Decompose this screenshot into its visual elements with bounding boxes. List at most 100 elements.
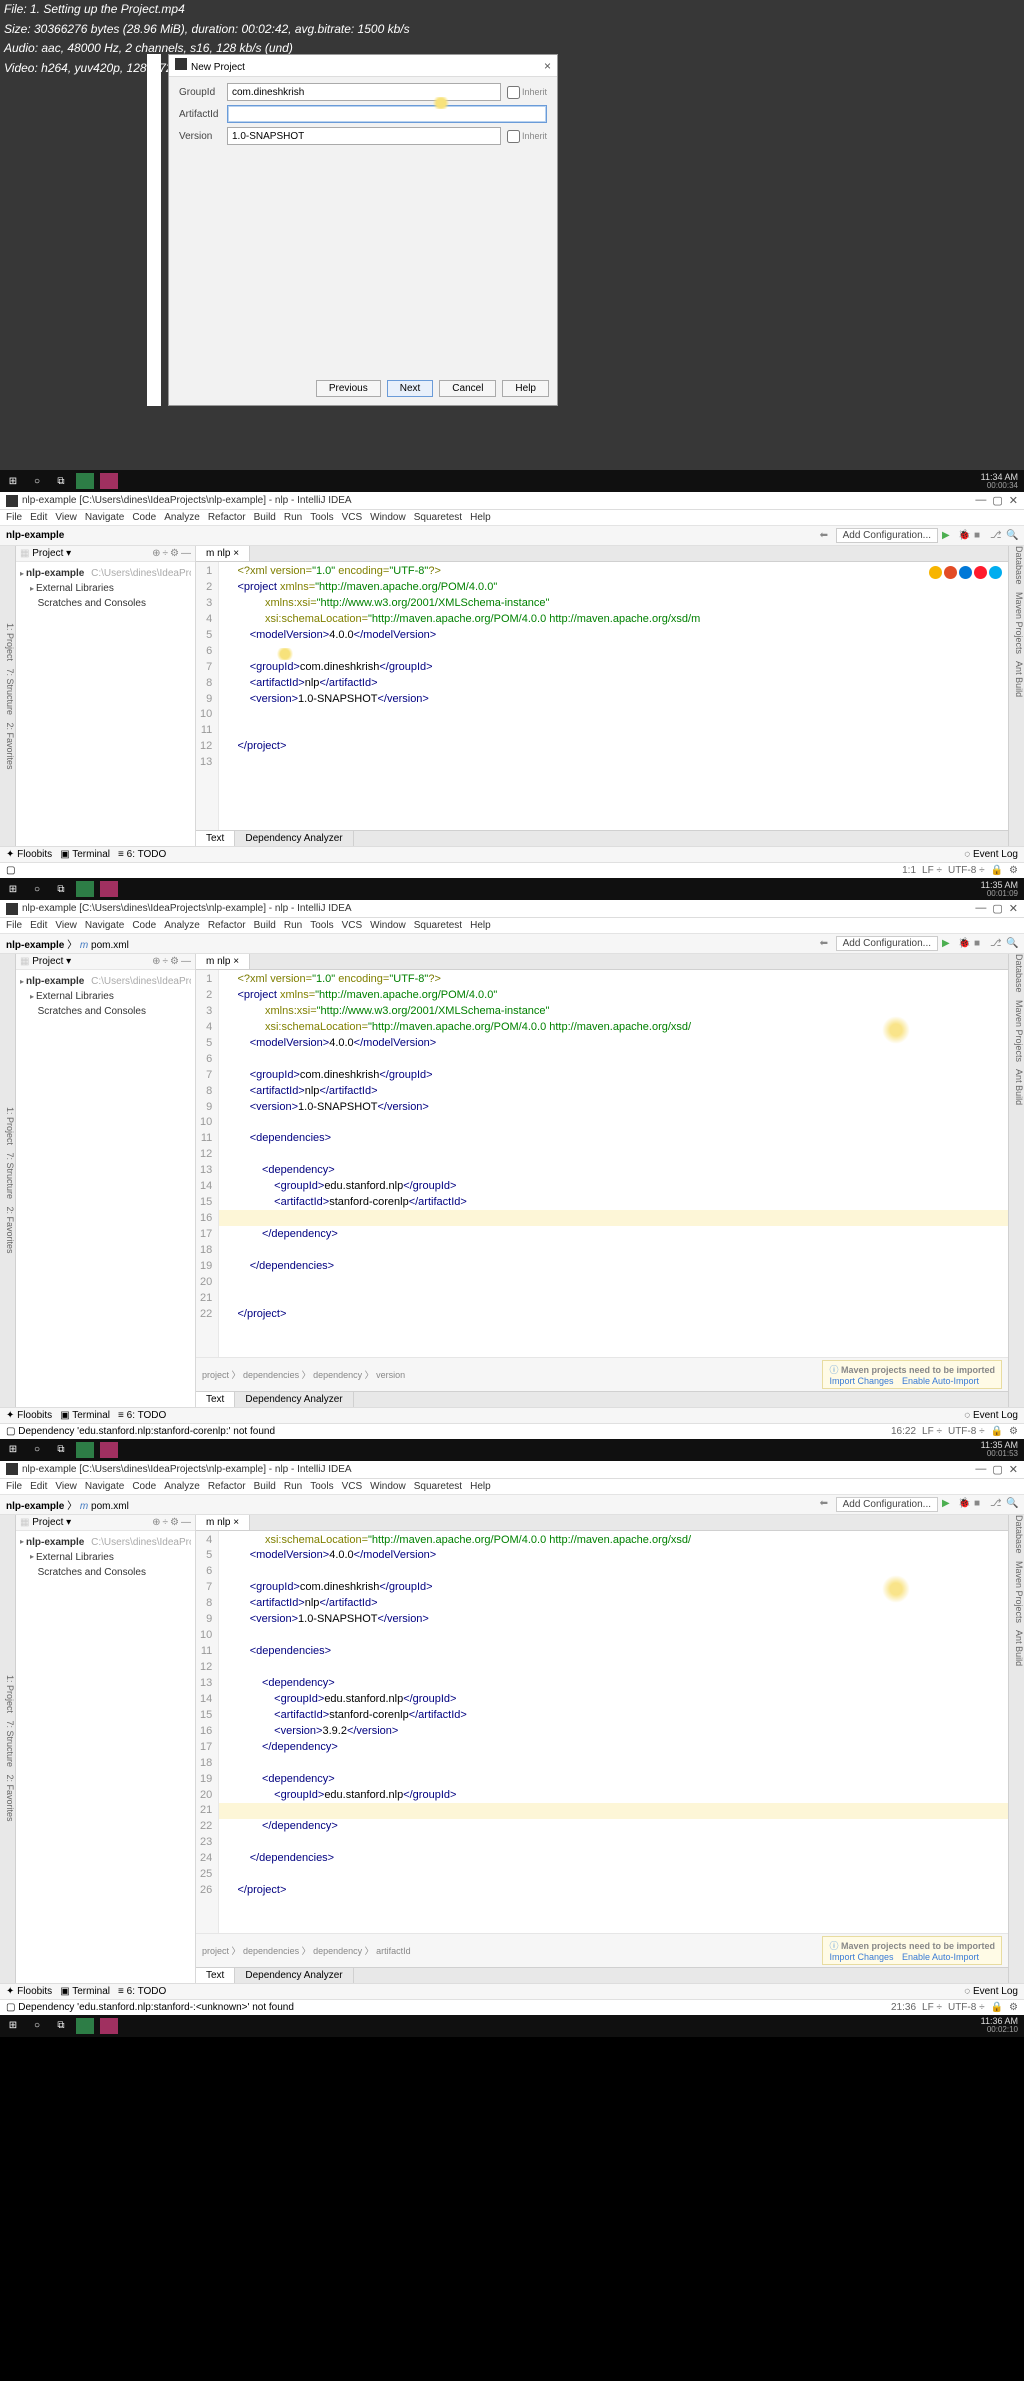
import-changes-link[interactable]: Import Changes — [829, 1952, 893, 1962]
minimize-icon[interactable]: — — [975, 494, 986, 507]
menu-navigate[interactable]: Navigate — [85, 920, 124, 931]
menu-run[interactable]: Run — [284, 512, 302, 523]
editor-tab-nlp[interactable]: m nlp × — [196, 954, 250, 969]
import-changes-link[interactable]: Import Changes — [829, 1376, 893, 1386]
git-icon[interactable]: ⎇ — [990, 1498, 1002, 1510]
taskview-icon[interactable]: ⧉ — [52, 1442, 70, 1458]
menu-run[interactable]: Run — [284, 920, 302, 931]
tree-external-libs[interactable]: External Libraries — [36, 1550, 114, 1565]
run-icon[interactable]: ▶ — [942, 530, 954, 542]
groupid-input[interactable] — [227, 83, 501, 101]
lock-icon[interactable]: 🔒 — [991, 2002, 1003, 2013]
project-tool-window[interactable]: ▦ Project ▾⊕÷⚙— ▸ nlp-example C:\Users\d… — [16, 1515, 196, 1983]
taskview-icon[interactable]: ⧉ — [52, 881, 70, 897]
git-icon[interactable]: ⎇ — [990, 530, 1002, 542]
editor-tab-nlp[interactable]: m nlp × — [196, 1515, 250, 1530]
menu-file[interactable]: File — [6, 512, 22, 523]
maximize-icon[interactable]: ▢ — [992, 494, 1002, 507]
stop-icon[interactable]: ■ — [974, 938, 986, 950]
tree-scratches[interactable]: Scratches and Consoles — [38, 1565, 146, 1580]
maximize-icon[interactable]: ▢ — [992, 902, 1002, 915]
event-log-tool[interactable]: ◌ Event Log — [964, 1986, 1018, 1997]
main-menu[interactable]: File Edit View Navigate Code Analyze Ref… — [0, 510, 1024, 526]
add-configuration-button[interactable]: Add Configuration... — [836, 936, 938, 951]
left-tool-stripe[interactable]: 1: Project 7: Structure 2: Favorites — [0, 954, 16, 1407]
main-menu[interactable]: FileEditViewNavigateCodeAnalyzeRefactorB… — [0, 918, 1024, 934]
gear-icon[interactable]: ⚙ — [170, 1517, 179, 1528]
menu-build[interactable]: Build — [254, 512, 276, 523]
menu-navigate[interactable]: Navigate — [85, 512, 124, 523]
xml-breadcrumb[interactable]: project 〉 dependencies 〉 dependency 〉 ar… — [202, 1944, 411, 1957]
lock-icon[interactable]: 🔒 — [991, 865, 1003, 876]
terminal-tool[interactable]: ▣ Terminal — [60, 1410, 110, 1421]
editor-sub-tab-dependency[interactable]: Dependency Analyzer — [235, 1968, 353, 1983]
tree-root[interactable]: nlp-example — [26, 566, 84, 581]
ie-icon[interactable] — [989, 566, 1002, 579]
minimize-icon[interactable]: — — [975, 902, 986, 915]
explorer-icon[interactable] — [76, 473, 94, 489]
tree-scratches[interactable]: Scratches and Consoles — [38, 1004, 146, 1019]
gear-icon[interactable]: ⚙ — [170, 956, 179, 967]
run-icon[interactable]: ▶ — [942, 938, 954, 950]
run-icon[interactable]: ▶ — [942, 1498, 954, 1510]
cancel-button[interactable]: Cancel — [439, 380, 496, 397]
right-tool-stripe[interactable]: Database Maven Projects Ant Build — [1008, 954, 1024, 1407]
search-icon[interactable]: 🔍 — [1006, 1498, 1018, 1510]
back-icon[interactable]: ⬅ — [820, 938, 832, 950]
edge-icon[interactable] — [959, 566, 972, 579]
breadcrumb-root[interactable]: nlp-example — [6, 530, 64, 541]
explorer-icon[interactable] — [76, 881, 94, 897]
editor-sub-tab-text[interactable]: Text — [196, 1392, 235, 1407]
cortana-icon[interactable]: ○ — [28, 881, 46, 897]
windows-taskbar-2[interactable]: ⊞ ○ ⧉ 11:35 AM00:01:09 — [0, 878, 1024, 900]
breadcrumb-root[interactable]: nlp-example — [6, 1501, 64, 1512]
menu-squaretest[interactable]: Squaretest — [414, 1481, 462, 1492]
menu-refactor[interactable]: Refactor — [208, 512, 246, 523]
git-icon[interactable]: ⎇ — [990, 938, 1002, 950]
menu-file[interactable]: File — [6, 1481, 22, 1492]
menu-refactor[interactable]: Refactor — [208, 1481, 246, 1492]
explorer-icon[interactable] — [76, 2018, 94, 2034]
version-inherit-checkbox[interactable] — [507, 130, 520, 143]
menu-code[interactable]: Code — [132, 1481, 156, 1492]
editor[interactable]: m nlp × 12345678910111213 <?xml version=… — [196, 546, 1008, 846]
start-icon[interactable]: ⊞ — [4, 1442, 22, 1458]
back-icon[interactable]: ⬅ — [820, 530, 832, 542]
todo-tool[interactable]: ≡ 6: TODO — [118, 1410, 166, 1421]
terminal-tool[interactable]: ▣ Terminal — [60, 1986, 110, 1997]
hide-icon[interactable]: — — [181, 1517, 191, 1528]
menu-window[interactable]: Window — [370, 512, 406, 523]
editor-sub-tab-dependency[interactable]: Dependency Analyzer — [235, 831, 353, 846]
hide-icon[interactable]: — — [181, 956, 191, 967]
tree-external-libs[interactable]: External Libraries — [36, 581, 114, 596]
menu-edit[interactable]: Edit — [30, 920, 47, 931]
windows-taskbar-4[interactable]: ⊞○⧉ 11:36 AM00:02:10 — [0, 2015, 1024, 2037]
hide-icon[interactable]: — — [181, 548, 191, 559]
gear-icon[interactable]: ⚙ — [170, 548, 179, 559]
menu-analyze[interactable]: Analyze — [164, 1481, 200, 1492]
explorer-icon[interactable] — [76, 1442, 94, 1458]
taskview-icon[interactable]: ⧉ — [52, 473, 70, 489]
firefox-icon[interactable] — [944, 566, 957, 579]
menu-vcs[interactable]: VCS — [342, 1481, 363, 1492]
menu-edit[interactable]: Edit — [30, 512, 47, 523]
code-area[interactable]: xsi:schemaLocation="http://maven.apache.… — [219, 1531, 1008, 1933]
menu-analyze[interactable]: Analyze — [164, 920, 200, 931]
debug-icon[interactable]: 🐞 — [958, 1498, 970, 1510]
menu-vcs[interactable]: VCS — [342, 512, 363, 523]
menu-tools[interactable]: Tools — [310, 1481, 333, 1492]
stop-icon[interactable]: ■ — [974, 1498, 986, 1510]
menu-code[interactable]: Code — [132, 512, 156, 523]
event-log-tool[interactable]: ◌ Event Log — [964, 1410, 1018, 1421]
add-configuration-button[interactable]: Add Configuration... — [836, 528, 938, 543]
opera-icon[interactable] — [974, 566, 987, 579]
debug-icon[interactable]: 🐞 — [958, 530, 970, 542]
minimize-icon[interactable]: — — [975, 1463, 986, 1476]
artifactid-input[interactable] — [227, 105, 547, 123]
stop-icon[interactable]: ■ — [974, 530, 986, 542]
intellij-taskbar-icon[interactable] — [100, 1442, 118, 1458]
editor[interactable]: m nlp × 45678910111213141516171819202122… — [196, 1515, 1008, 1983]
search-icon[interactable]: 🔍 — [1006, 530, 1018, 542]
search-icon[interactable]: 🔍 — [1006, 938, 1018, 950]
close-icon[interactable]: ✕ — [1009, 494, 1018, 507]
